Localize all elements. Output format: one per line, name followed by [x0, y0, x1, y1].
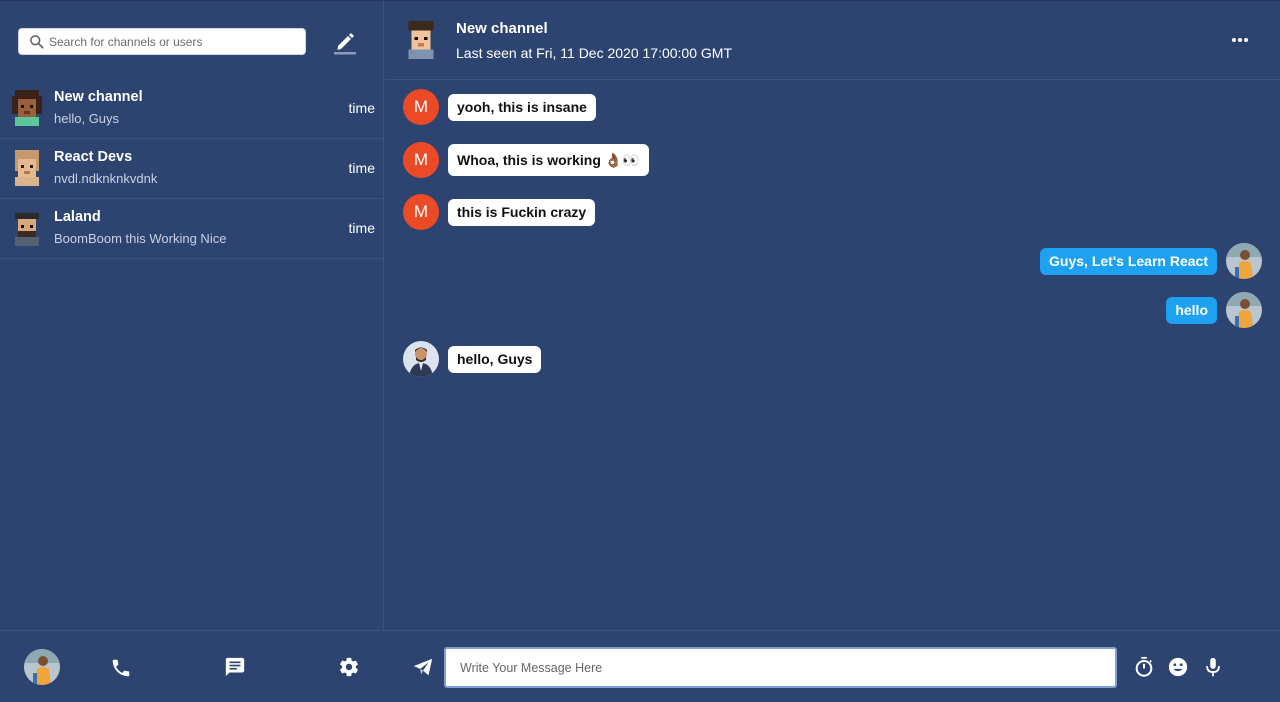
conversation-name: Laland — [54, 209, 101, 225]
chat-icon — [225, 657, 245, 677]
conversation-preview: hello, Guys — [54, 111, 120, 126]
message-row: M yooh, this is insane — [403, 89, 596, 125]
conversation-list: New channel hello, Guys time React Devs … — [0, 79, 383, 259]
conversation-item-new-channel[interactable]: New channel hello, Guys time — [0, 79, 383, 139]
chat-status: Last seen at Fri, 11 Dec 2020 17:00:00 G… — [456, 45, 733, 61]
gear-icon — [340, 657, 358, 677]
settings-button[interactable] — [338, 656, 360, 678]
pixel-avatar — [15, 150, 39, 186]
search-icon — [30, 35, 44, 49]
conversation-item-laland[interactable]: Laland BoomBoom this Working Nice time — [0, 199, 383, 259]
message-bubble: this is Fuckin crazy — [448, 198, 596, 226]
timer-button[interactable] — [1133, 656, 1155, 678]
message-input[interactable] — [444, 647, 1117, 688]
message-row-own: hello — [1166, 292, 1262, 328]
messages-button[interactable] — [224, 656, 246, 678]
sender-avatar: M — [403, 89, 439, 125]
pixel-avatar — [15, 213, 39, 246]
sender-avatar — [403, 341, 439, 377]
pixel-avatar — [408, 21, 434, 59]
pencil-icon — [334, 33, 356, 55]
chat-app: New channel hello, Guys time React Devs … — [0, 0, 1280, 702]
phone-icon — [112, 659, 130, 677]
message-bubble: Guys, Let's Learn React — [1040, 247, 1217, 275]
conversation-time: time — [348, 100, 375, 116]
emoji-icon — [1168, 657, 1188, 677]
sender-avatar: M — [403, 194, 439, 230]
chat-header: New channel Last seen at Fri, 11 Dec 202… — [385, 1, 1280, 80]
emoji-button[interactable] — [1167, 656, 1189, 678]
conversation-preview: BoomBoom this Working Nice — [54, 231, 227, 246]
user-avatar — [1226, 292, 1262, 328]
send-icon — [413, 658, 433, 676]
mic-icon — [1206, 657, 1220, 677]
conversation-item-react-devs[interactable]: React Devs nvdl.ndknknkvdnk time — [0, 139, 383, 199]
message-bubble: Whoa, this is working 👌🏾👀 — [448, 144, 649, 176]
more-icon — [1232, 38, 1248, 42]
pixel-avatar — [12, 90, 42, 126]
conversation-preview: nvdl.ndknknkvdnk — [54, 171, 158, 186]
message-row-own: Guys, Let's Learn React — [1040, 243, 1262, 279]
message-row: hello, Guys — [403, 341, 542, 377]
message-list: M yooh, this is insane M Whoa, this is w… — [385, 81, 1280, 630]
conversation-name: React Devs — [54, 149, 133, 165]
send-button[interactable] — [412, 656, 434, 678]
message-bubble: hello — [1166, 296, 1217, 324]
conversation-time: time — [348, 160, 375, 176]
user-avatar — [1226, 243, 1262, 279]
search-input[interactable] — [49, 34, 289, 49]
message-bubble: yooh, this is insane — [448, 93, 596, 121]
chat-title: New channel — [456, 20, 548, 37]
sender-avatar: M — [403, 142, 439, 178]
message-row: M Whoa, this is working 👌🏾👀 — [403, 142, 649, 178]
message-row: M this is Fuckin crazy — [403, 194, 596, 230]
compose-button[interactable] — [332, 29, 358, 55]
call-button[interactable] — [110, 657, 132, 679]
voice-button[interactable] — [1202, 656, 1224, 678]
sidebar: New channel hello, Guys time React Devs … — [0, 1, 384, 630]
conversation-name: New channel — [54, 89, 143, 105]
timer-icon — [1135, 656, 1153, 677]
more-options-button[interactable] — [1230, 33, 1250, 47]
message-bubble: hello, Guys — [448, 345, 542, 373]
search-box[interactable] — [18, 28, 306, 55]
conversation-time: time — [348, 220, 375, 236]
profile-avatar-button[interactable] — [24, 649, 60, 685]
bottom-bar — [0, 630, 1280, 702]
